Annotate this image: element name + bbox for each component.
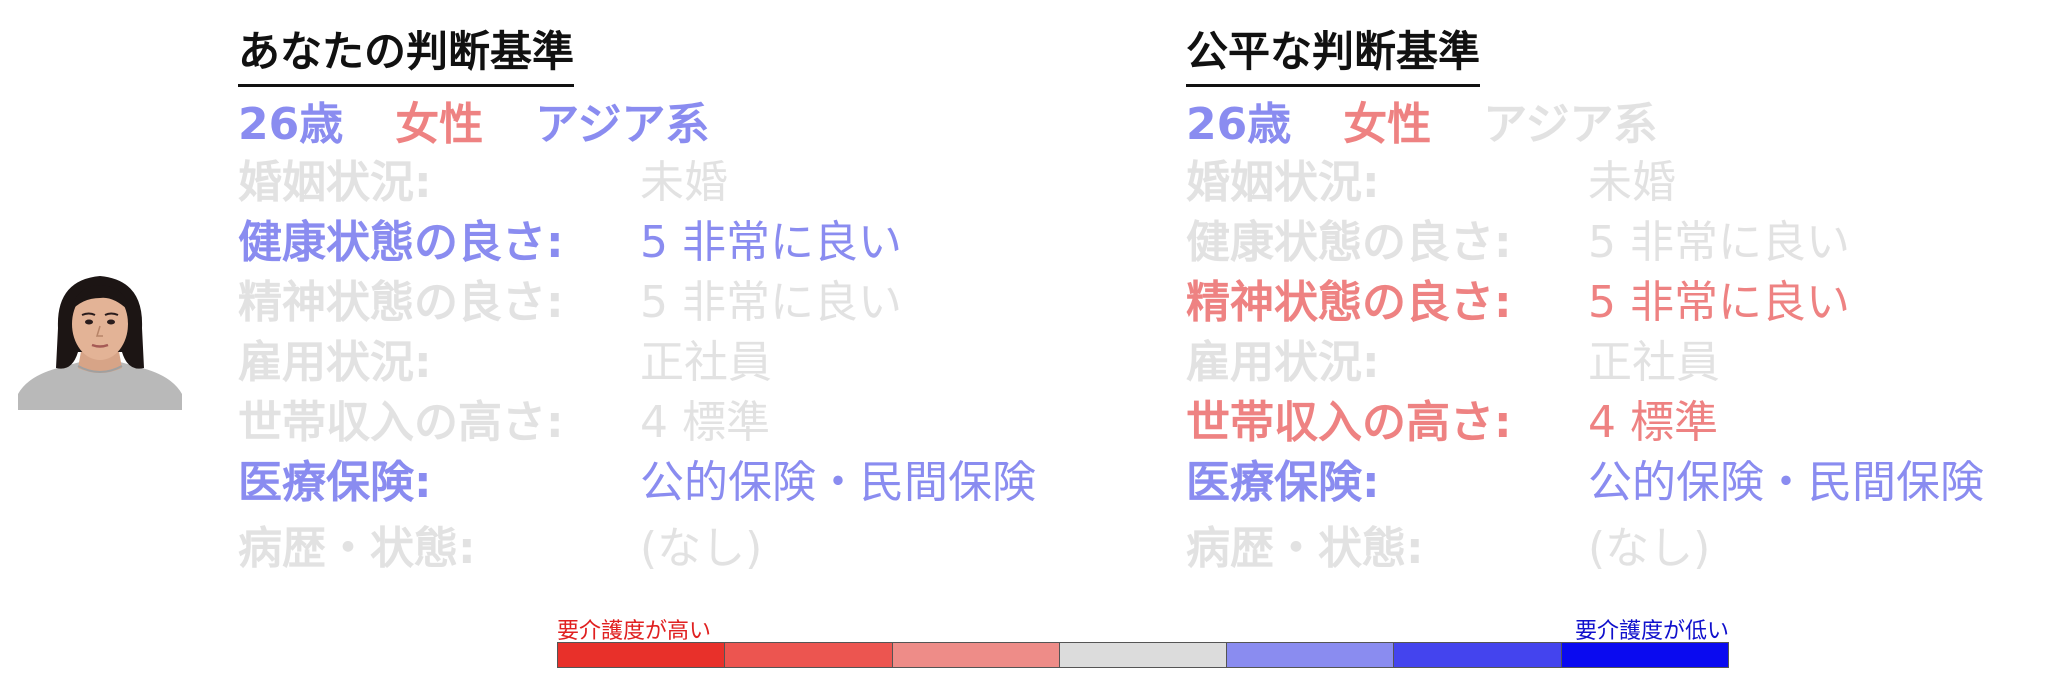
legend-high-label: 要介護度が高い <box>557 619 712 644</box>
gender-label: 女性 <box>1343 99 1432 150</box>
gender-label: 女性 <box>395 99 484 150</box>
attribute-row-employment: 雇用状況: 正社員 <box>1186 333 2048 393</box>
attribute-label: 婚姻状況: <box>1186 157 1380 208</box>
attribute-label: 健康状態の良さ: <box>238 217 564 268</box>
attribute-value: 5 非常に良い <box>1588 217 1850 268</box>
attribute-label: 雇用状況: <box>238 337 432 388</box>
color-scale-bar <box>557 642 1729 668</box>
scale-segment <box>1394 643 1562 667</box>
attribute-row-medical-history: 病歴・状態: (なし) <box>1186 519 2048 579</box>
legend-low-label: 要介護度が低い <box>1574 619 1729 644</box>
scale-segment <box>1227 643 1395 667</box>
attribute-label: 病歴・状態: <box>1186 523 1424 574</box>
age-label: 26歳 <box>238 99 344 150</box>
demographics-row: 26歳 女性 アジア系 <box>1186 97 2048 153</box>
scale-segment <box>892 643 1060 667</box>
attribute-value: (なし) <box>1588 523 1711 574</box>
ethnicity-label: アジア系 <box>1483 99 1658 150</box>
person-avatar <box>18 272 182 410</box>
attribute-row-insurance: 医療保険: 公的保険・民間保険 <box>1186 453 2048 513</box>
your-criteria-title: あなたの判断基準 <box>238 26 575 87</box>
attribute-label: 医療保険: <box>1186 457 1380 508</box>
fair-criteria-panel: 公平な判断基準 26歳 女性 アジア系 婚姻状況: 未婚 健康状態の良さ: 5 非常… <box>1186 26 2048 579</box>
attribute-label: 精神状態の良さ: <box>1186 277 1512 328</box>
attribute-value: 5 非常に良い <box>1588 277 1850 328</box>
your-criteria-panel: あなたの判断基準 26歳 女性 アジア系 婚姻状況: 未婚 健康状態の良さ: 5 非… <box>238 26 1138 579</box>
scale-segment <box>558 643 726 667</box>
attribute-row-medical-history: 病歴・状態: (なし) <box>238 519 1138 579</box>
attribute-row-marital: 婚姻状況: 未婚 <box>1186 153 2048 213</box>
attribute-value: 5 非常に良い <box>640 217 902 268</box>
attribute-row-physical-health: 健康状態の良さ: 5 非常に良い <box>1186 213 2048 273</box>
demographics-row: 26歳 女性 アジア系 <box>238 97 1138 153</box>
attribute-label: 医療保険: <box>238 457 432 508</box>
scale-segment <box>1059 643 1228 667</box>
scale-segment <box>725 643 893 667</box>
fair-criteria-title: 公平な判断基準 <box>1186 26 1481 87</box>
attribute-label: 病歴・状態: <box>238 523 476 574</box>
attribute-label: 雇用状況: <box>1186 337 1380 388</box>
attribute-row-household-income: 世帯収入の高さ: 4 標準 <box>238 393 1138 453</box>
attribute-value: 正社員 <box>640 337 772 388</box>
attribute-value: 公的保険・民間保険 <box>1588 457 1984 508</box>
attribute-label: 世帯収入の高さ: <box>1186 397 1512 448</box>
attribute-label: 世帯収入の高さ: <box>238 397 564 448</box>
attribute-row-physical-health: 健康状態の良さ: 5 非常に良い <box>238 213 1138 273</box>
attribute-value: 公的保険・民間保険 <box>640 457 1036 508</box>
attribute-value: (なし) <box>640 523 763 574</box>
scale-segment <box>1561 643 1728 667</box>
attribute-value: 未婚 <box>1588 157 1676 208</box>
attribute-value: 4 標準 <box>640 397 770 448</box>
ethnicity-label: アジア系 <box>535 99 710 150</box>
attribute-value: 未婚 <box>640 157 728 208</box>
attribute-row-marital: 婚姻状況: 未婚 <box>238 153 1138 213</box>
attribute-value: 正社員 <box>1588 337 1720 388</box>
attribute-value: 4 標準 <box>1588 397 1718 448</box>
attribute-row-employment: 雇用状況: 正社員 <box>238 333 1138 393</box>
attribute-label: 健康状態の良さ: <box>1186 217 1512 268</box>
attribute-row-household-income: 世帯収入の高さ: 4 標準 <box>1186 393 2048 453</box>
attribute-row-insurance: 医療保険: 公的保険・民間保険 <box>238 453 1138 513</box>
attribute-row-mental-health: 精神状態の良さ: 5 非常に良い <box>1186 273 2048 333</box>
attribute-label: 精神状態の良さ: <box>238 277 564 328</box>
attribute-label: 婚姻状況: <box>238 157 432 208</box>
attribute-value: 5 非常に良い <box>640 277 902 328</box>
attribute-row-mental-health: 精神状態の良さ: 5 非常に良い <box>238 273 1138 333</box>
age-label: 26歳 <box>1186 99 1292 150</box>
